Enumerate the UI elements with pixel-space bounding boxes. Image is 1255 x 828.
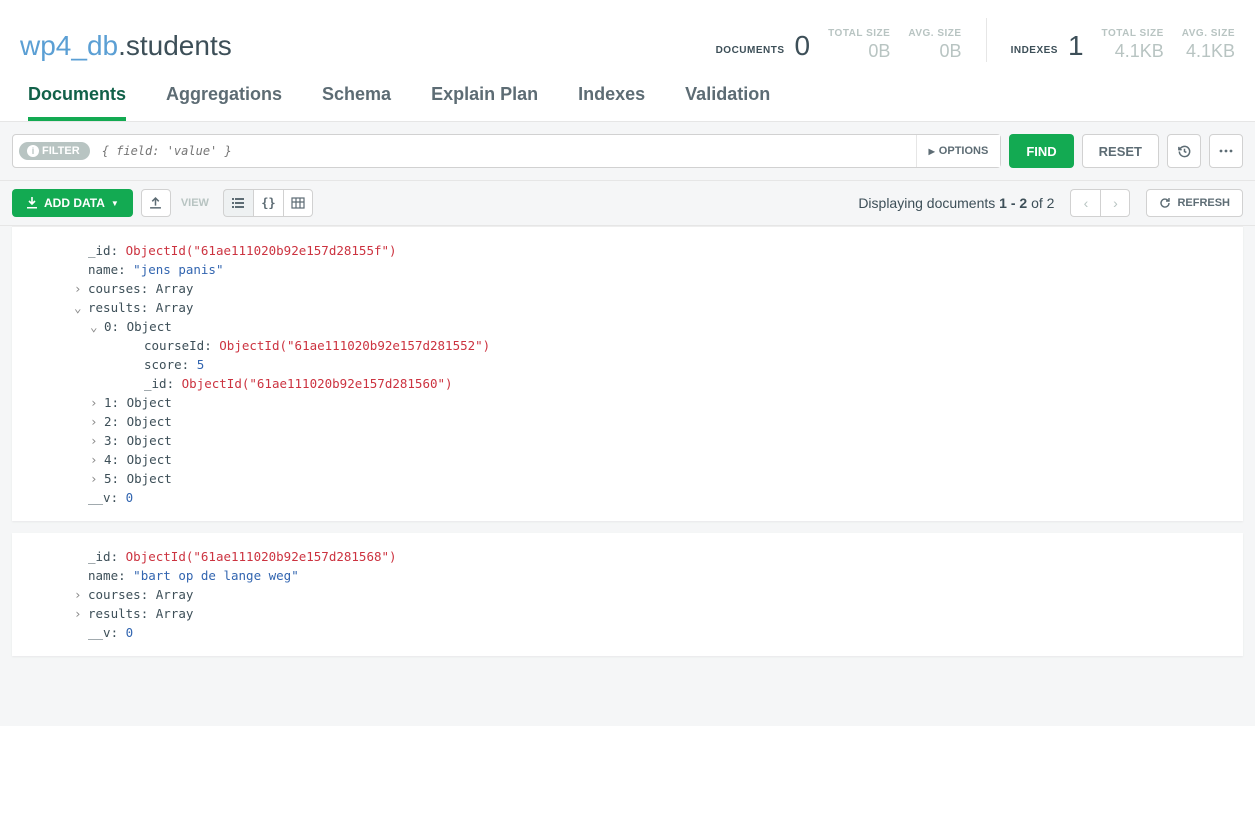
document-field-row: name: "jens panis" bbox=[88, 260, 1223, 279]
find-button[interactable]: FIND bbox=[1009, 134, 1073, 168]
chevron-right-icon: › bbox=[1113, 195, 1118, 211]
document-field-row: ›4: Object bbox=[88, 450, 1223, 469]
collection-header: wp4_db.students DOCUMENTS 0 TOTAL SIZE0B… bbox=[0, 0, 1255, 62]
collection-name: .students bbox=[118, 30, 232, 61]
collection-title: wp4_db.students bbox=[20, 30, 232, 62]
ellipsis-icon bbox=[1218, 143, 1234, 159]
document-field-row: ›courses: Array bbox=[88, 279, 1223, 298]
document-field-row: ›3: Object bbox=[88, 431, 1223, 450]
options-button[interactable]: ▶OPTIONS bbox=[916, 135, 1001, 167]
indexes-count: 1 bbox=[1068, 30, 1084, 62]
reset-button[interactable]: RESET bbox=[1082, 134, 1159, 168]
document-field-row: name: "bart op de lange weg" bbox=[88, 566, 1223, 585]
document-card[interactable]: _id: ObjectId("61ae111020b92e157d281568"… bbox=[12, 533, 1243, 656]
tab-schema[interactable]: Schema bbox=[322, 84, 391, 121]
braces-icon: {} bbox=[261, 196, 275, 210]
document-field-row: _id: ObjectId("61ae111020b92e157d281560"… bbox=[88, 374, 1223, 393]
pager: ‹ › bbox=[1070, 189, 1130, 217]
view-mode-group: {} bbox=[223, 189, 313, 217]
tab-indexes[interactable]: Indexes bbox=[578, 84, 645, 121]
document-field-row: __v: 0 bbox=[88, 623, 1223, 642]
query-bar: iFILTER ▶OPTIONS FIND RESET bbox=[0, 122, 1255, 181]
refresh-button[interactable]: REFRESH bbox=[1146, 189, 1243, 217]
expand-toggle[interactable]: ⌄ bbox=[90, 317, 100, 336]
document-field-row: ›2: Object bbox=[88, 412, 1223, 431]
expand-toggle[interactable]: › bbox=[90, 393, 100, 412]
indexes-label: INDEXES bbox=[1011, 45, 1058, 62]
filter-input[interactable] bbox=[90, 144, 916, 158]
tab-validation[interactable]: Validation bbox=[685, 84, 770, 121]
tab-documents[interactable]: Documents bbox=[28, 84, 126, 121]
more-button[interactable] bbox=[1209, 134, 1243, 168]
download-icon bbox=[26, 197, 38, 209]
documents-toolbar: ADD DATA ▼ VIEW {} Displaying documents … bbox=[0, 181, 1255, 226]
expand-toggle[interactable]: ⌄ bbox=[74, 298, 84, 317]
chevron-left-icon: ‹ bbox=[1084, 195, 1089, 211]
document-field-row: __v: 0 bbox=[88, 488, 1223, 507]
document-field-row: ›5: Object bbox=[88, 469, 1223, 488]
view-label: VIEW bbox=[181, 197, 209, 209]
view-list-button[interactable] bbox=[223, 189, 253, 217]
add-data-button[interactable]: ADD DATA ▼ bbox=[12, 189, 133, 217]
document-field-row: score: 5 bbox=[88, 355, 1223, 374]
documents-count: 0 bbox=[795, 30, 811, 62]
table-icon bbox=[291, 196, 305, 210]
document-card[interactable]: _id: ObjectId("61ae111020b92e157d28155f"… bbox=[12, 226, 1243, 521]
document-field-row: ›courses: Array bbox=[88, 585, 1223, 604]
tab-explain-plan[interactable]: Explain Plan bbox=[431, 84, 538, 121]
collection-tabs: Documents Aggregations Schema Explain Pl… bbox=[0, 62, 1255, 122]
expand-toggle[interactable]: › bbox=[74, 604, 84, 623]
view-table-button[interactable] bbox=[283, 189, 313, 217]
documents-list: _id: ObjectId("61ae111020b92e157d28155f"… bbox=[0, 226, 1255, 726]
document-field-row: _id: ObjectId("61ae111020b92e157d28155f"… bbox=[88, 241, 1223, 260]
expand-toggle[interactable]: › bbox=[74, 585, 84, 604]
documents-label: DOCUMENTS bbox=[716, 45, 785, 62]
caret-down-icon: ▼ bbox=[111, 199, 119, 208]
document-field-row: courseId: ObjectId("61ae111020b92e157d28… bbox=[88, 336, 1223, 355]
history-button[interactable] bbox=[1167, 134, 1201, 168]
document-field-row: ›results: Array bbox=[88, 604, 1223, 623]
filter-input-wrap: iFILTER ▶OPTIONS bbox=[12, 134, 1001, 168]
expand-toggle[interactable]: › bbox=[90, 412, 100, 431]
document-field-row: ⌄0: Object bbox=[88, 317, 1223, 336]
display-count-text: Displaying documents 1 - 2 of 2 bbox=[858, 195, 1054, 211]
filter-badge: iFILTER bbox=[19, 142, 90, 160]
collection-stats: DOCUMENTS 0 TOTAL SIZE0B AVG. SIZE0B IND… bbox=[716, 18, 1235, 62]
view-json-button[interactable]: {} bbox=[253, 189, 283, 217]
list-icon bbox=[231, 196, 245, 210]
upload-icon bbox=[149, 197, 162, 210]
tab-aggregations[interactable]: Aggregations bbox=[166, 84, 282, 121]
expand-toggle[interactable]: › bbox=[90, 431, 100, 450]
stats-divider bbox=[986, 18, 987, 62]
next-page-button[interactable]: › bbox=[1100, 189, 1130, 217]
document-field-row: ⌄results: Array bbox=[88, 298, 1223, 317]
document-field-row: ›1: Object bbox=[88, 393, 1223, 412]
database-name: wp4_db bbox=[20, 30, 118, 61]
expand-toggle[interactable]: › bbox=[90, 450, 100, 469]
expand-toggle[interactable]: › bbox=[74, 279, 84, 298]
info-icon: i bbox=[27, 145, 39, 157]
import-button[interactable] bbox=[141, 189, 171, 217]
expand-toggle[interactable]: › bbox=[90, 469, 100, 488]
document-field-row: _id: ObjectId("61ae111020b92e157d281568"… bbox=[88, 547, 1223, 566]
prev-page-button[interactable]: ‹ bbox=[1070, 189, 1100, 217]
refresh-icon bbox=[1159, 197, 1171, 209]
history-icon bbox=[1177, 144, 1192, 159]
